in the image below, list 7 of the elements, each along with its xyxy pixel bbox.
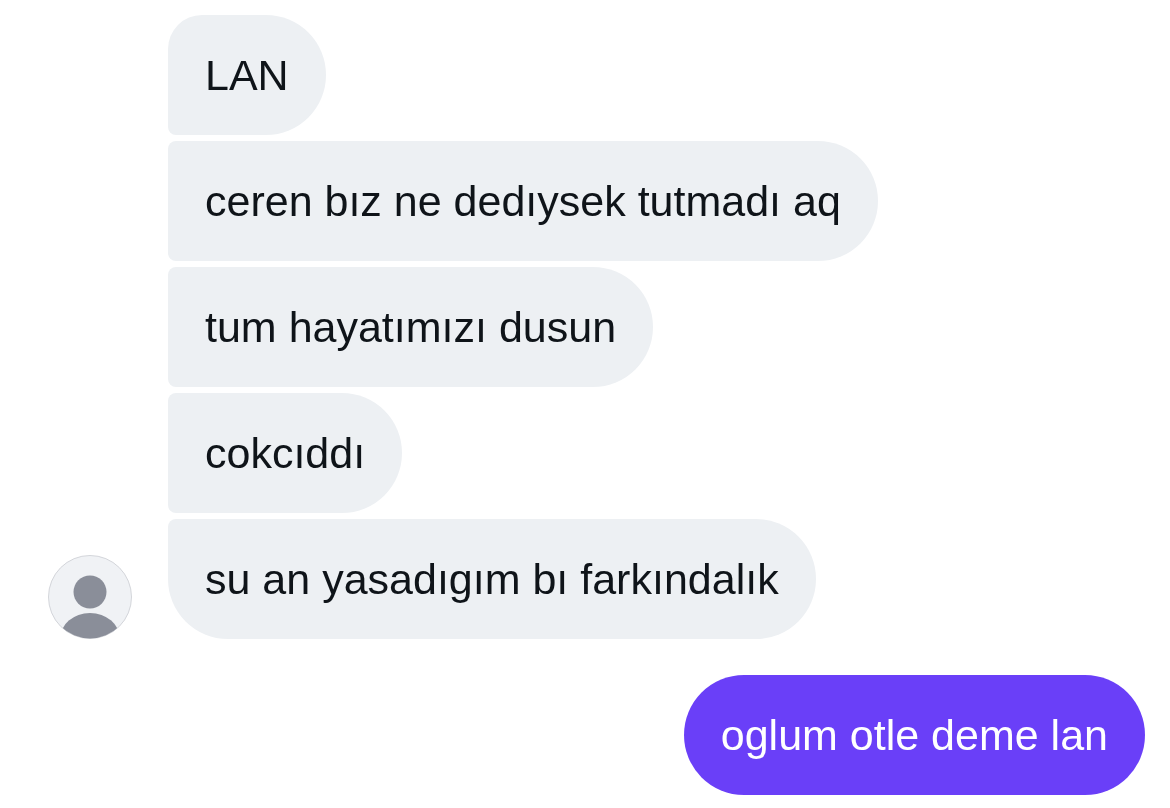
message-bubble: ceren bız ne dedıysek tutmadı aq — [168, 141, 878, 261]
avatar-icon — [48, 555, 132, 639]
message-bubble: tum hayatımızı dusun — [168, 267, 654, 387]
message-bubble: LAN — [168, 15, 326, 135]
message-bubble: oglum otle deme lan — [683, 675, 1145, 795]
message-bubble: su an yasadıgım bı farkındalık — [168, 519, 816, 639]
message-bubble: cokcıddı — [168, 393, 403, 513]
